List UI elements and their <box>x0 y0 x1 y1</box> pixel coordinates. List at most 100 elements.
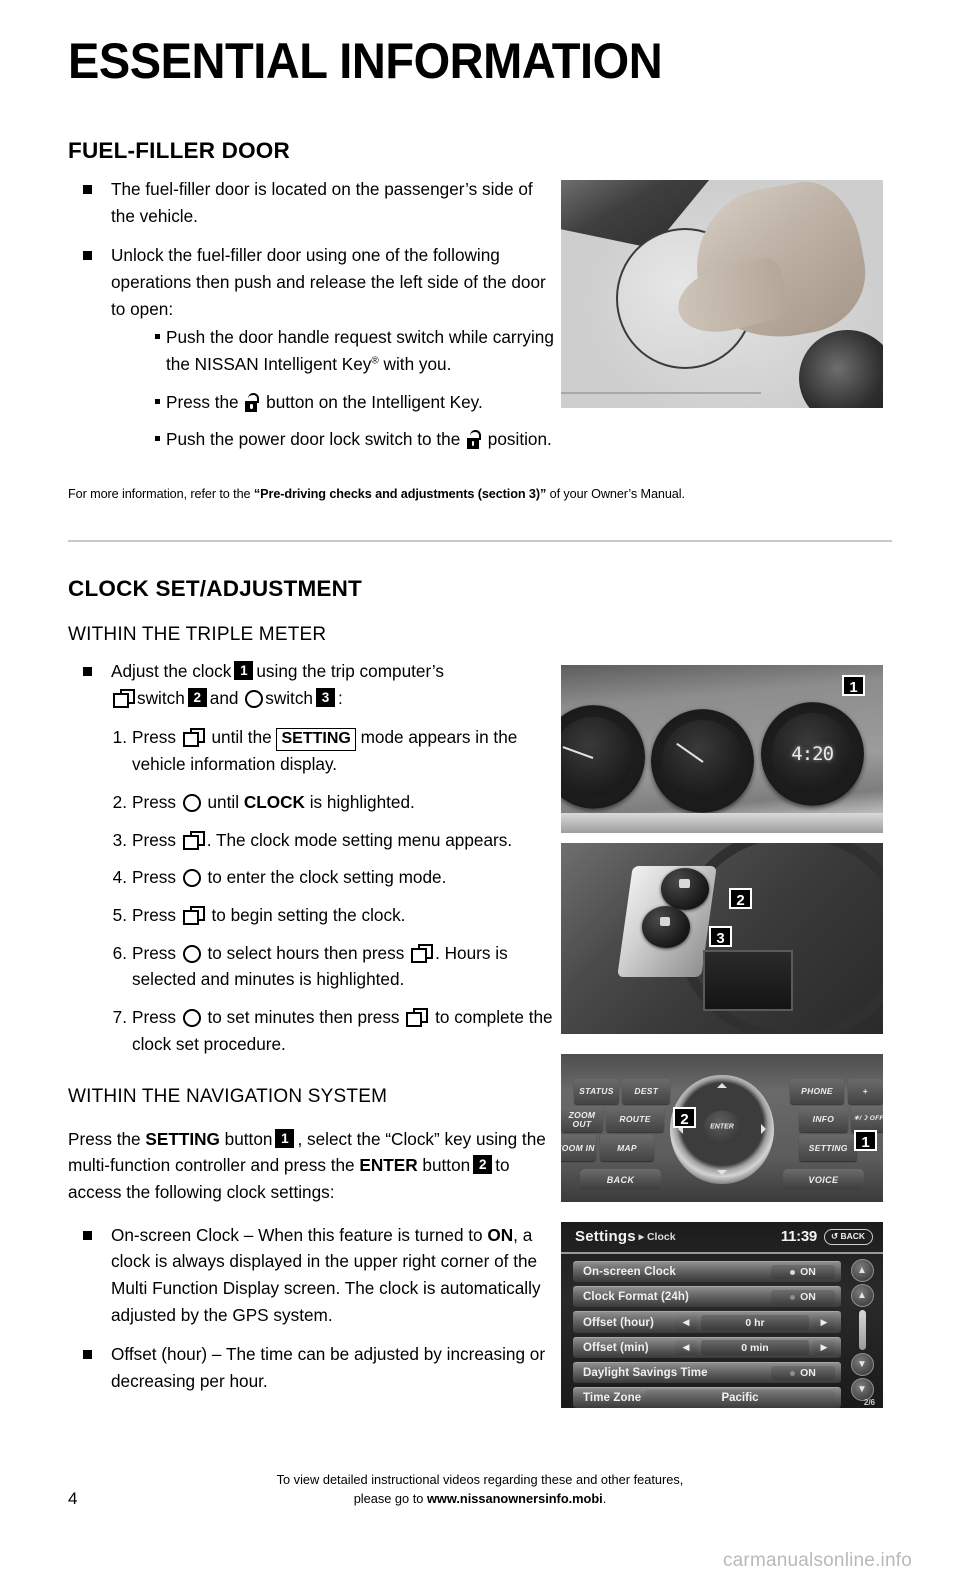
double-square-switch-icon <box>113 688 135 709</box>
step-text-a: Press <box>132 1006 176 1027</box>
nav-screen-back-button[interactable]: ↺ BACK <box>823 1228 873 1246</box>
circle-switch-icon <box>182 793 201 812</box>
controller-button-setting[interactable]: SETTING <box>799 1135 858 1161</box>
nav-setting-label: Offset (min) <box>583 1341 649 1354</box>
photo-trip-computer-switches: 2 3 <box>561 843 883 1034</box>
bullet-onscreen-clock-a: On-screen Clock – When this feature is t… <box>111 1224 488 1245</box>
trip-switch-button-lower <box>641 906 690 949</box>
controller-button-zoom-in[interactable]: ZOOM IN <box>561 1135 597 1161</box>
step-number: 5. <box>112 904 127 925</box>
photo-fuel-filler-door <box>561 180 883 408</box>
caret-left-icon[interactable]: ◀ <box>675 1314 697 1331</box>
unlock-padlock-icon <box>467 430 482 450</box>
circle-switch-icon <box>182 1008 201 1027</box>
caret-right-icon[interactable]: ▶ <box>813 1340 835 1356</box>
list-item: 2. Press until CLOCK is highlighted. <box>68 789 560 816</box>
step-text-c: to enter the clock setting mode. <box>207 867 447 888</box>
callout-badge-2: 2 <box>729 888 752 909</box>
controller-arrow-down-icon[interactable] <box>716 1170 727 1176</box>
controller-button-status[interactable]: STATUS <box>573 1079 619 1105</box>
nav-setting-row-offset-min[interactable]: Offset (min) ◀ 0 min ▶ <box>573 1336 841 1358</box>
step-text-a: Press <box>132 867 176 888</box>
scroll-down-icon[interactable]: ▼ <box>850 1352 874 1376</box>
setting-mode-box: SETTING <box>276 728 356 752</box>
step-text-c: to begin setting the clock. <box>211 904 406 925</box>
scroll-up-icon[interactable]: ▲ <box>850 1284 874 1308</box>
footer-line-1: To view detailed instructional videos re… <box>276 1472 684 1487</box>
caret-right-icon[interactable]: ▶ <box>813 1314 835 1331</box>
controller-button-route[interactable]: ROUTE <box>606 1107 665 1133</box>
circle-switch-icon <box>182 869 201 888</box>
nav-setting-toggle[interactable]: ON <box>771 1365 835 1381</box>
bullet-offset-hour: Offset (hour) – The time can be adjusted… <box>111 1344 546 1391</box>
double-square-switch-icon <box>406 1007 429 1028</box>
scroll-track[interactable] <box>858 1310 866 1350</box>
section-body-fuel-filler-door: The fuel-filler door is located on the p… <box>68 176 558 466</box>
scroll-top-icon[interactable]: ▲ <box>850 1259 874 1283</box>
nav-setting-label: On-screen Clock <box>583 1266 676 1279</box>
nav-screen-title: Settings <box>575 1228 636 1246</box>
nav-stepper: ◀ 0 min ▶ <box>675 1340 835 1356</box>
list-item: Unlock the fuel-filler door using one of… <box>68 242 558 453</box>
adjust-clock-text-a: Adjust the clock <box>111 661 232 681</box>
footer-url: www.nissanownersinfo.mobi <box>426 1490 603 1506</box>
controller-back-button[interactable]: BACK <box>580 1169 661 1191</box>
manual-page: ESSENTIAL INFORMATION FUEL-FILLER DOOR T… <box>0 0 960 1584</box>
step-text-a: Press <box>132 904 176 925</box>
nav-setting-label: Daylight Savings Time <box>583 1367 708 1380</box>
circle-switch-icon <box>245 689 264 708</box>
controller-button-phone[interactable]: PHONE <box>789 1079 845 1105</box>
controller-button-volume-up[interactable]: + <box>847 1079 883 1105</box>
controller-voice-button[interactable]: VOICE <box>783 1169 864 1191</box>
sub-bullet-press-unlock-a: Press the <box>166 391 244 412</box>
nav-setting-row-on-screen-clock[interactable]: On-screen Clock ON <box>573 1261 841 1283</box>
controller-button-map[interactable]: MAP <box>599 1135 655 1161</box>
list-item: 6. Press to select hours then press . Ho… <box>68 940 560 993</box>
adjust-clock-text-c: switch <box>137 687 185 708</box>
nav-setting-toggle[interactable]: ON <box>771 1264 835 1280</box>
nav-screen-breadcrumb: ▸ Clock <box>638 1230 676 1243</box>
adjust-clock-text-b: using the trip computer’s <box>256 661 444 681</box>
nav-setting-row-clock-format[interactable]: Clock Format (24h) ON <box>573 1286 841 1308</box>
nav-setting-row-daylight-savings[interactable]: Daylight Savings Time ON <box>573 1361 841 1384</box>
list-item: Press the button on the Intelligent Key. <box>111 389 558 416</box>
page-title: ESSENTIAL INFORMATION <box>68 33 663 89</box>
controller-button-info[interactable]: INFO <box>799 1107 848 1133</box>
nav-setting-row-offset-hour[interactable]: Offset (hour) ◀ 0 hr ▶ <box>573 1311 841 1333</box>
callout-badge-2: 2 <box>673 1107 696 1128</box>
bullet-text-location: The fuel-filler door is located on the p… <box>111 179 533 226</box>
nav-setting-toggle[interactable]: ON <box>771 1290 835 1305</box>
step-number: 7. <box>112 1006 127 1027</box>
sub-bullet-request-switch-tail: with you. <box>378 353 452 374</box>
controller-button-zoom-out[interactable]: ZOOM OUT <box>561 1107 603 1133</box>
led-indicator-icon <box>790 1269 796 1275</box>
nav-toggle-value: ON <box>800 1266 816 1279</box>
nav-scrollbar[interactable]: ▲ ▲ ▼ ▼ <box>847 1259 877 1401</box>
controller-button-dest[interactable]: DEST <box>622 1079 671 1105</box>
callout-badge-1: 1 <box>234 661 254 680</box>
caret-left-icon[interactable]: ◀ <box>675 1340 697 1356</box>
double-square-switch-icon <box>182 830 205 851</box>
nav-setting-label: Time Zone <box>583 1392 642 1405</box>
nav-settings-list: On-screen Clock ON Clock Format (24h) ON… <box>573 1261 841 1408</box>
step-text-b: to select hours then press <box>207 942 405 963</box>
controller-enter-button[interactable]: ENTER <box>703 1110 741 1144</box>
nav-stepper-value: 0 min <box>701 1340 809 1356</box>
step-text-c: is highlighted. <box>309 791 415 812</box>
section-divider <box>68 540 892 542</box>
gauge-clock: 4:20 <box>760 701 864 807</box>
callout-badge-2: 2 <box>187 687 207 707</box>
nav-setting-row-time-zone[interactable]: Time Zone Pacific <box>573 1387 841 1408</box>
nav-para-b: button <box>219 1128 273 1149</box>
controller-button-display-off[interactable]: ☀/☽ OFF <box>850 1107 883 1133</box>
list-item: 7. Press to set minutes then press to co… <box>68 1004 560 1057</box>
list-item: 4. Press to enter the clock setting mode… <box>68 864 560 891</box>
circle-switch-icon <box>182 944 201 963</box>
controller-arrow-up-icon[interactable] <box>716 1083 727 1089</box>
nav-para-enter: ENTER <box>359 1155 418 1176</box>
controller-arrow-right-icon[interactable] <box>761 1124 767 1135</box>
footnote-fuel-filler: For more information, refer to the “Pre-… <box>68 486 865 501</box>
nav-page-indicator: 2/6 <box>863 1398 875 1407</box>
nav-para-setting: SETTING <box>145 1128 220 1149</box>
nav-back-label: BACK <box>840 1231 865 1242</box>
